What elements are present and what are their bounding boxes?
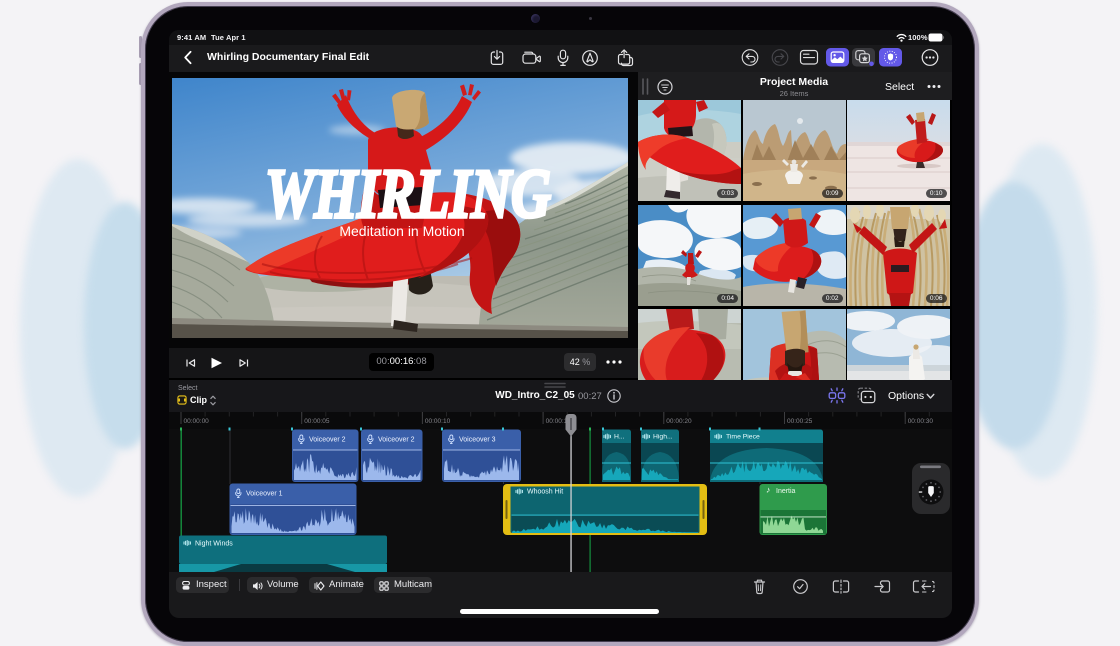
svg-text:High...: High... [653, 434, 673, 441]
svg-text:00:00:05: 00:00:05 [304, 418, 330, 425]
svg-text:00:00:20: 00:00:20 [666, 418, 692, 425]
svg-text:Night Winds: Night Winds [195, 541, 233, 548]
svg-text:Voiceover 2: Voiceover 2 [378, 437, 415, 444]
svg-text:WHIRLING: WHIRLING [265, 156, 551, 233]
svg-text:Time Piece: Time Piece [726, 434, 760, 441]
svg-text:♪: ♪ [766, 485, 770, 495]
svg-text:00:00:00: 00:00:00 [184, 418, 210, 425]
svg-text:Voiceover 3: Voiceover 3 [459, 437, 496, 444]
svg-text:Voiceover 1: Voiceover 1 [246, 491, 283, 498]
svg-text:00:00:25: 00:00:25 [787, 418, 813, 425]
svg-text:00:00:10: 00:00:10 [425, 418, 451, 425]
svg-text:Voiceover 2: Voiceover 2 [309, 437, 346, 444]
svg-text:H...: H... [614, 434, 625, 441]
svg-text:Inertia: Inertia [776, 488, 796, 495]
svg-text:Meditation in Motion: Meditation in Motion [339, 223, 464, 239]
svg-text:00:00:30: 00:00:30 [908, 418, 934, 425]
svg-text:Whoosh Hit: Whoosh Hit [527, 489, 563, 496]
